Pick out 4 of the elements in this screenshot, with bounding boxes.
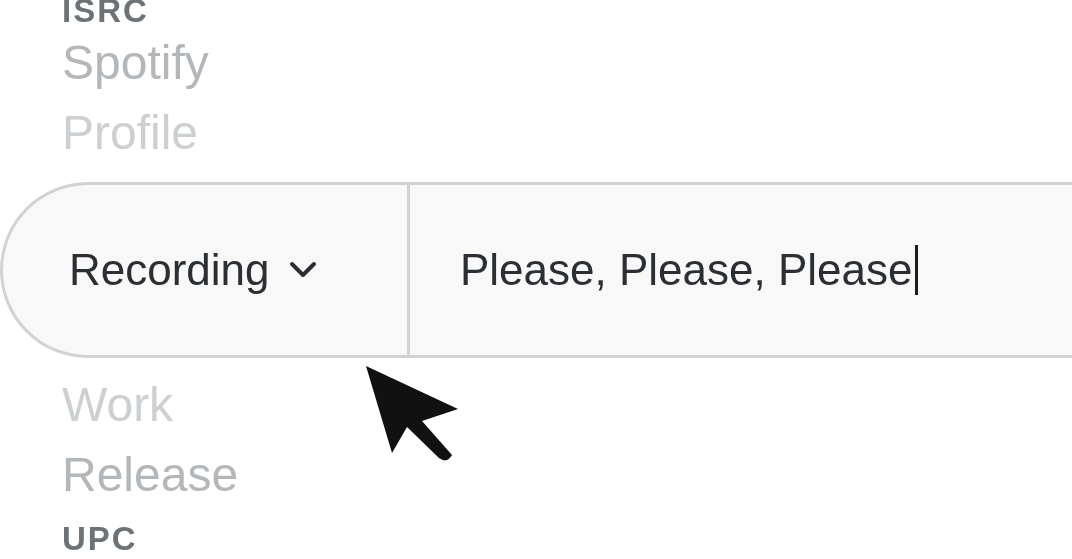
option-label[interactable]: UPC [62, 524, 138, 554]
search-field[interactable]: Please, Please, Please [410, 185, 1072, 355]
type-dropdown[interactable]: Recording [3, 185, 407, 355]
chevron-down-icon [287, 261, 318, 279]
